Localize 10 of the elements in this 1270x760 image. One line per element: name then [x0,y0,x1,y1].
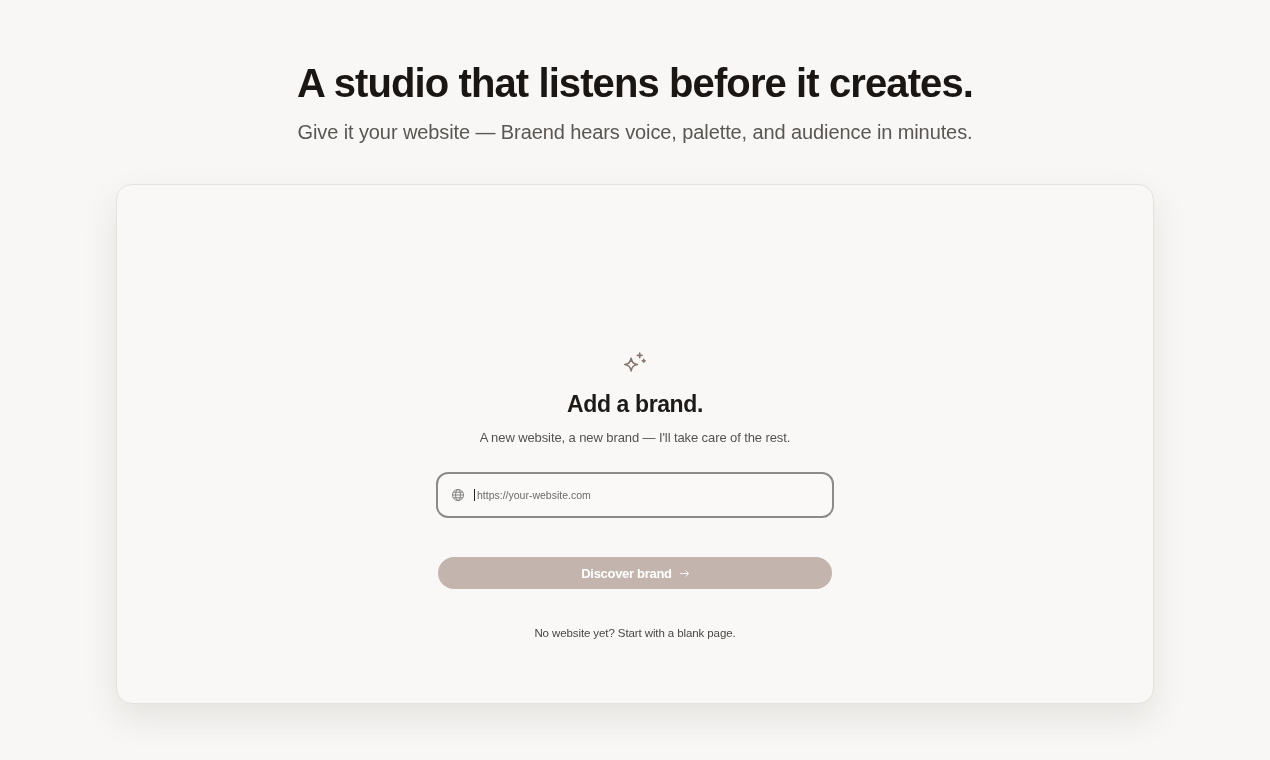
sparkle-icon [624,352,646,372]
text-cursor-icon [474,489,475,501]
arrow-right-icon [679,569,689,577]
page-heading: A studio that listens before it creates. [297,60,973,107]
card-title: Add a brand. [567,390,703,418]
url-input-field[interactable]: https://your-website.com [436,472,834,518]
globe-icon [452,489,464,501]
card-subtitle: A new website, a new brand — I'll take care of the rest. [479,430,791,446]
blank-page-note: No website yet? Start with a blank page. [534,626,736,640]
page-subheading: Give it your website — Braend hears voice, palette, and audience in minutes. [297,120,973,145]
